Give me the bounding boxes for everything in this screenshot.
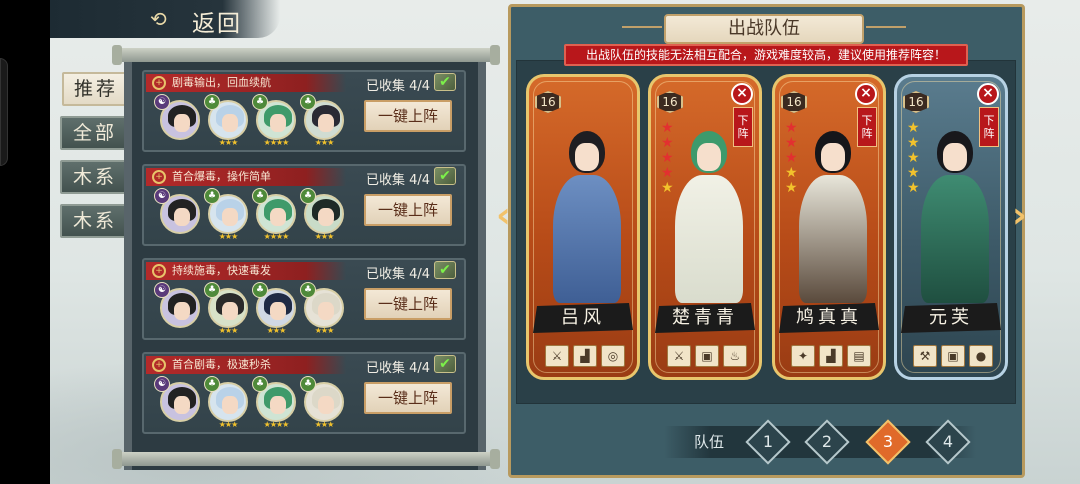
team-label: 队伍 (694, 433, 725, 451)
leaf-icon: ♣ (252, 282, 268, 298)
lineup-tag-text: 首合爆毒，操作简单 (172, 170, 271, 183)
yin-yang-icon: ☯ (154, 94, 170, 110)
leaf-icon: ♣ (204, 94, 220, 110)
hero-portrait (793, 113, 873, 303)
close-icon[interactable]: × (731, 83, 753, 105)
tab-recommended[interactable]: 推荐 (62, 72, 130, 106)
star-rating: ★★★★ (263, 138, 290, 147)
leaf-icon: ♣ (204, 282, 220, 298)
lineup-tag-text: 首合剧毒，极速秒杀 (172, 358, 271, 371)
star-rating: ★★★ (314, 232, 335, 241)
lineup-tag-text: 持续施毒，快速毒发 (172, 264, 271, 277)
leaf-icon: ♣ (204, 188, 220, 204)
collected-count: 已收集 4/4 (366, 267, 431, 282)
sword-icon[interactable]: ⚔ (667, 345, 691, 367)
hero-name: 鸠真真 (779, 303, 879, 333)
magnify-icon[interactable]: + (152, 358, 166, 372)
notch-handle (0, 58, 8, 166)
bracer-icon[interactable]: ▤ (847, 345, 871, 367)
leaf-icon: ♣ (300, 188, 316, 204)
hero-portrait (547, 113, 627, 303)
hero-portrait (915, 113, 995, 303)
one-click-deploy-button[interactable]: 一键上阵 (364, 382, 452, 414)
collected-count: 已收集 4/4 (366, 361, 431, 376)
collected-count: 已收集 4/4 (366, 79, 431, 94)
lineup-card: + 首合剧毒，极速秒杀 已收集 4/4 ✔ ☯ ♣ ★★★ ♣ ★★★★ ♣ ★★… (142, 352, 466, 434)
star-rating: ★★★ (218, 420, 239, 429)
star-rating: ★★★★ (263, 232, 290, 241)
star-rating: ★★★ (314, 420, 335, 429)
lineup-tag-text: 剧毒输出，回血续航 (172, 76, 271, 89)
hero-name: 吕风 (533, 303, 633, 333)
yin-yang-icon: ☯ (154, 282, 170, 298)
boots-icon[interactable]: ▟ (573, 345, 597, 367)
scroll-rod-bottom (112, 449, 500, 469)
yin-yang-icon: ☯ (154, 376, 170, 392)
chevron-left-icon[interactable]: ‹ (496, 196, 520, 240)
lineup-tag: + 剧毒输出，回血续航 (146, 74, 346, 92)
star-rating: ★★★ (218, 232, 239, 241)
lineup-tag: + 首合剧毒，极速秒杀 (146, 356, 346, 374)
leaf-icon: ♣ (204, 376, 220, 392)
one-click-deploy-button[interactable]: 一键上阵 (364, 194, 452, 226)
star-rating: ★★★ (314, 326, 335, 335)
collected-count: 已收集 4/4 (366, 173, 431, 188)
hero-card-lufeng[interactable]: 16 吕风 ⚔ ▟ ◎ (526, 74, 640, 380)
swirl-back-icon: ⟲ (150, 7, 167, 31)
tab-wood[interactable]: 木系 (60, 160, 130, 194)
one-click-deploy-button[interactable]: 一键上阵 (364, 288, 452, 320)
lineup-card: + 首合爆毒，操作简单 已收集 4/4 ✔ ☯ ♣ ★★★ ♣ ★★★★ ♣ ★★… (142, 164, 466, 246)
leaf-icon: ♣ (252, 94, 268, 110)
star-rating: ★★★ (314, 138, 335, 147)
hero-card-jiuzhenzhen[interactable]: 16 × 下阵 ★ ★ ★ ★ ★ 鸠真真 ✦ ▟ ▤ (772, 74, 886, 380)
hero-card-yuanfu[interactable]: 16 × 下阵 ★ ★ ★ ★ ★ 元芙 ⚒ ▣ ● (894, 74, 1008, 380)
star-rating: ★★★ (218, 326, 239, 335)
potion-icon[interactable]: ● (969, 345, 993, 367)
armor-icon[interactable]: ▣ (695, 345, 719, 367)
leaf-icon: ♣ (300, 282, 316, 298)
boots-icon[interactable]: ▟ (819, 345, 843, 367)
yin-yang-icon: ☯ (154, 188, 170, 204)
check-icon: ✔ (434, 355, 456, 373)
one-click-deploy-button[interactable]: 一键上阵 (364, 100, 452, 132)
close-icon[interactable]: × (855, 83, 877, 105)
sword-icon[interactable]: ⚔ (545, 345, 569, 367)
leaf-icon: ♣ (252, 188, 268, 204)
star-rating: ★★★ (218, 138, 239, 147)
lineup-card: + 剧毒输出，回血续航 已收集 4/4 ✔ ☯ ♣ ★★★ ♣ ★★★★ ♣ ★★… (142, 70, 466, 152)
lineup-tag: + 首合爆毒，操作简单 (146, 168, 346, 186)
leaf-icon: ♣ (252, 376, 268, 392)
leaf-icon: ♣ (300, 376, 316, 392)
leaf-icon: ♣ (300, 94, 316, 110)
lineup-tag: + 持续施毒，快速毒发 (146, 262, 346, 280)
lineup-card: + 持续施毒，快速毒发 已收集 4/4 ✔ ☯ ♣ ★★★ ♣ ★★★ ♣ ★★★… (142, 258, 466, 340)
magnify-icon[interactable]: + (152, 76, 166, 90)
hero-card-chuqingqing[interactable]: 16 × 下阵 ★ ★ ★ ★ ★ 楚青青 ⚔ ▣ ♨ (648, 74, 762, 380)
tab-wood-2[interactable]: 木系 (60, 204, 130, 238)
axe-icon[interactable]: ⚒ (913, 345, 937, 367)
warning-banner: 出战队伍的技能无法相互配合，游戏难度较高，建议使用推荐阵容！ (564, 44, 968, 66)
chevron-right-icon[interactable]: › (1012, 196, 1036, 240)
flask-icon[interactable]: ♨ (723, 345, 747, 367)
wand-icon[interactable]: ✦ (791, 345, 815, 367)
bracelet-icon[interactable]: ◎ (601, 345, 625, 367)
close-icon[interactable]: × (977, 83, 999, 105)
check-icon: ✔ (434, 167, 456, 185)
magnify-icon[interactable]: + (152, 264, 166, 278)
hero-name: 楚青青 (655, 303, 755, 333)
armor-icon[interactable]: ▣ (941, 345, 965, 367)
check-icon: ✔ (434, 261, 456, 279)
star-rating: ★★★ (266, 326, 287, 335)
back-button[interactable]: ⟲ 返回 (50, 0, 280, 38)
scroll-rod-top (112, 45, 500, 65)
magnify-icon[interactable]: + (152, 170, 166, 184)
check-icon: ✔ (434, 73, 456, 91)
hero-portrait (669, 113, 749, 303)
hero-name: 元芙 (901, 303, 1001, 333)
tab-all[interactable]: 全部 (60, 116, 130, 150)
team-panel-title: 出战队伍 (622, 14, 906, 44)
star-rating: ★★★★ (263, 420, 290, 429)
back-label: 返回 (192, 11, 242, 37)
